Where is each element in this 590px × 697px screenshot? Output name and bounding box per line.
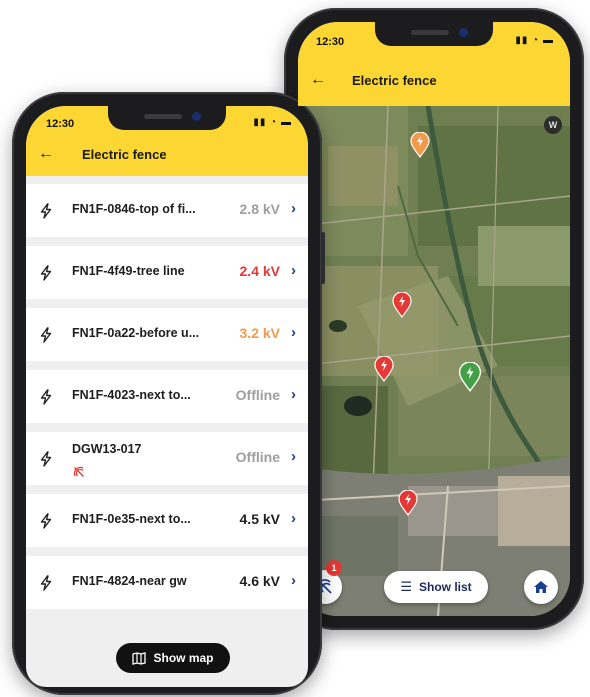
chevron-right-icon: › xyxy=(291,572,296,589)
status-time: 12:30 xyxy=(46,118,75,130)
fence-name: FN1F-4023-next to... xyxy=(72,388,191,402)
fence-list-item[interactable]: FN1F-4f49-tree line 2.4 kV › xyxy=(26,246,308,299)
list-icon: ☰ xyxy=(400,579,412,594)
show-map-button[interactable]: Show map xyxy=(116,643,230,673)
fence-list-item[interactable]: FN1F-0846-top of fi... 2.8 kV › xyxy=(26,184,308,237)
chevron-right-icon: › xyxy=(291,200,296,217)
compass-icon[interactable]: W xyxy=(544,116,562,134)
lightning-bolt-icon xyxy=(40,388,52,405)
fence-voltage: 3.2 kV xyxy=(239,325,280,341)
page-title: Electric fence xyxy=(352,73,437,88)
fence-name: FN1F-4824-near gw xyxy=(72,574,187,588)
green-fence-pin-cluster-icon[interactable] xyxy=(458,362,482,392)
back-arrow-icon[interactable]: ← xyxy=(310,72,326,88)
chevron-right-icon: › xyxy=(291,510,296,527)
lightning-bolt-icon xyxy=(40,512,52,529)
notch xyxy=(375,22,493,46)
fence-voltage: Offline xyxy=(235,449,280,465)
chevron-right-icon: › xyxy=(291,448,296,465)
notification-badge: 1 xyxy=(326,560,342,576)
status-icons: ▮▮ ◔ ▬ xyxy=(515,35,554,46)
home-button[interactable] xyxy=(524,570,558,604)
lightning-bolt-icon xyxy=(40,326,52,343)
fence-list-item[interactable]: FN1F-0e35-next to... 4.5 kV › xyxy=(26,494,308,547)
map-icon xyxy=(132,651,147,665)
fence-list-item[interactable]: FN1F-0a22-before u... 3.2 kV › xyxy=(26,308,308,361)
chevron-right-icon: › xyxy=(291,262,296,279)
red-fence-pin-icon[interactable] xyxy=(398,490,418,516)
lightning-bolt-icon xyxy=(40,264,52,281)
fence-voltage: 4.6 kV xyxy=(239,573,280,589)
fence-name: FN1F-0846-top of fi... xyxy=(72,202,196,216)
lightning-bolt-icon xyxy=(40,450,52,467)
home-icon xyxy=(534,581,548,593)
list-screen: 12:30 ▮▮ ◔ ▬ ← Electric fence FN1F-0846-… xyxy=(26,106,308,687)
status-icons: ▮▮ ◔ ▬ xyxy=(253,117,292,128)
show-list-button[interactable]: ☰ Show list xyxy=(384,571,488,603)
fence-name: FN1F-0e35-next to... xyxy=(72,512,191,526)
fence-name: DGW13-017 xyxy=(72,442,142,456)
fence-list-item[interactable]: FN1F-4023-next to... Offline › xyxy=(26,370,308,423)
fence-name: FN1F-4f49-tree line xyxy=(72,264,185,278)
signal-off-icon xyxy=(73,466,84,477)
compass-label: W xyxy=(548,120,558,130)
fence-voltage: 2.4 kV xyxy=(239,263,280,279)
fence-voltage: 4.5 kV xyxy=(239,511,280,527)
lightning-bolt-icon xyxy=(40,202,52,219)
red-fence-pin-icon[interactable] xyxy=(392,292,412,318)
status-time: 12:30 xyxy=(316,36,345,48)
fence-voltage: 2.8 kV xyxy=(239,201,280,217)
page-title: Electric fence xyxy=(82,147,167,162)
back-arrow-icon[interactable]: ← xyxy=(38,146,54,162)
satellite-map[interactable] xyxy=(298,106,570,616)
fence-voltage: Offline xyxy=(235,387,280,403)
show-map-label: Show map xyxy=(153,651,214,665)
list-phone: 12:30 ▮▮ ◔ ▬ ← Electric fence FN1F-0846-… xyxy=(12,92,325,695)
chevron-right-icon: › xyxy=(291,324,296,341)
fence-name: FN1F-0a22-before u... xyxy=(72,326,200,340)
notch xyxy=(108,106,226,130)
chevron-right-icon: › xyxy=(291,386,296,403)
orange-fence-pin-icon[interactable] xyxy=(410,132,430,158)
satellite-map-imagery xyxy=(298,106,570,616)
phone-side-button xyxy=(321,232,325,284)
map-phone: 12:30 ▮▮ ◔ ▬ ← Electric fence W 1 ☰ Show… xyxy=(281,8,584,630)
red-fence-pin-icon[interactable] xyxy=(374,356,394,382)
fence-list-item[interactable]: FN1F-4824-near gw 4.6 kV › xyxy=(26,556,308,609)
lightning-bolt-icon xyxy=(40,574,52,591)
fence-list-item[interactable]: DGW13-017 Offline › xyxy=(26,432,308,485)
show-list-label: Show list xyxy=(418,580,472,594)
map-screen: 12:30 ▮▮ ◔ ▬ ← Electric fence W 1 ☰ Show… xyxy=(298,22,570,616)
